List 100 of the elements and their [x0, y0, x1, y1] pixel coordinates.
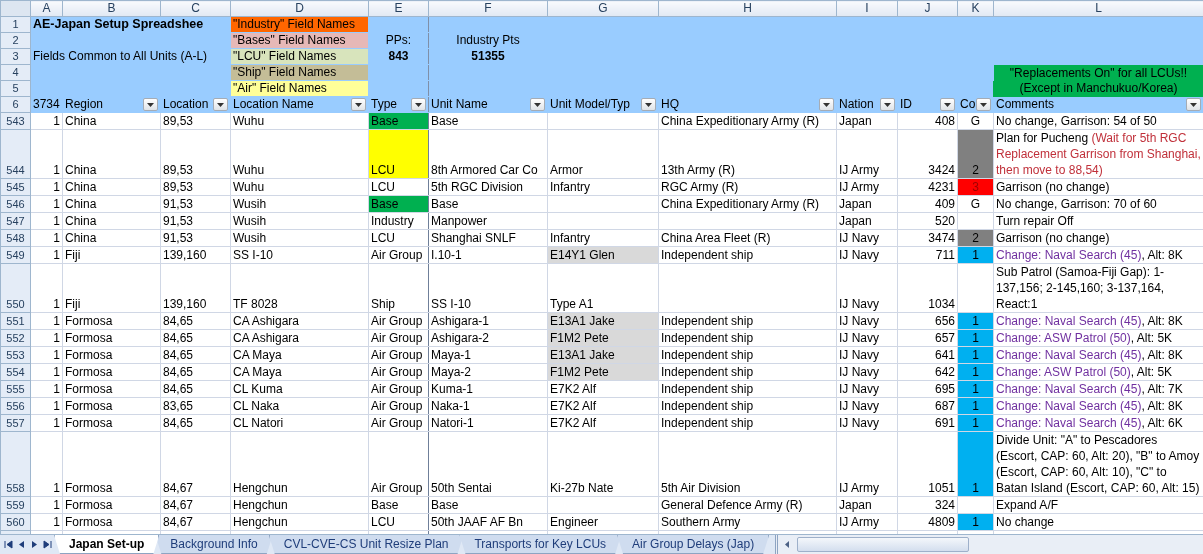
sheet-tab[interactable]: Air Group Delays (Jap): [617, 535, 770, 554]
column-header[interactable]: I: [836, 0, 898, 17]
table-cell: Japan: [836, 195, 898, 213]
table-cell: 89,53: [160, 112, 231, 130]
caret-icon: [415, 102, 422, 107]
column-title: Location: [163, 97, 209, 111]
filter-dropdown-button[interactable]: [530, 98, 545, 111]
filter-dropdown-button[interactable]: [213, 98, 228, 111]
table-cell: Wuhu: [230, 178, 369, 196]
column-header[interactable]: F: [428, 0, 548, 17]
column-title: Type: [371, 97, 397, 111]
table-cell: Wuhu: [230, 129, 369, 179]
table-cell: 2: [957, 129, 994, 179]
table-cell: 4809: [897, 513, 958, 531]
filter-dropdown-button[interactable]: [940, 98, 955, 111]
scroll-left-icon[interactable]: [784, 541, 792, 548]
last-sheet-icon[interactable]: [43, 540, 52, 549]
table-cell: Engineer: [547, 513, 659, 531]
sheet-tab[interactable]: Background Info: [155, 535, 273, 554]
caret-icon: [147, 102, 154, 107]
column-header[interactable]: G: [547, 0, 659, 17]
table-cell: 1: [30, 513, 63, 531]
table-cell: Fiji: [62, 246, 161, 264]
table-cell: 5th RGC Division: [428, 178, 548, 196]
table-cell: Armor: [547, 129, 659, 179]
sheet-tab[interactable]: Japan Set-up: [54, 535, 160, 554]
table-cell: Type A1: [547, 263, 659, 313]
table-cell: E7K2 Alf: [547, 380, 659, 398]
table-cell: China Expeditionary Army (R): [658, 112, 837, 130]
table-cell: China: [62, 212, 161, 230]
table-cell: Industry: [368, 212, 429, 230]
table-cell: 657: [897, 329, 958, 347]
previous-sheet-icon[interactable]: [17, 540, 26, 549]
table-cell: 691: [897, 414, 958, 432]
filter-dropdown-button[interactable]: [641, 98, 656, 111]
table-cell: 1: [30, 263, 63, 313]
table-cell: 139,160: [160, 263, 231, 313]
table-cell: Air Group: [368, 346, 429, 364]
table-cell: China: [62, 178, 161, 196]
filter-dropdown-button[interactable]: [819, 98, 834, 111]
filter-dropdown-button[interactable]: [411, 98, 426, 111]
table-cell: Formosa: [62, 380, 161, 398]
table-cell: G: [957, 195, 994, 213]
table-cell: Formosa: [62, 397, 161, 415]
table-cell: TF 8028: [230, 263, 369, 313]
filter-dropdown-button[interactable]: [143, 98, 158, 111]
column-header[interactable]: J: [897, 0, 958, 17]
table-cell: Independent ship: [658, 414, 837, 432]
table-cell: 1: [30, 496, 63, 514]
table-cell: 91,53: [160, 212, 231, 230]
table-cell: Base: [428, 112, 548, 130]
table-cell: Hengchun: [230, 513, 369, 531]
table-cell: 5th Air Division: [658, 431, 837, 497]
column-title: Region: [65, 97, 104, 111]
table-cell: 409: [897, 195, 958, 213]
sheet-tab[interactable]: CVL-CVE-CS Unit Resize Plan: [268, 535, 464, 554]
scrollbar-thumb[interactable]: [797, 537, 970, 552]
row-number[interactable]: 544: [0, 129, 31, 179]
table-cell: 641: [897, 346, 958, 364]
column-header[interactable]: D: [230, 0, 369, 17]
row-number[interactable]: 550: [0, 263, 31, 313]
column-header[interactable]: H: [658, 0, 837, 17]
column-header[interactable]: K: [957, 0, 994, 17]
table-cell: 84,67: [160, 496, 231, 514]
table-cell: 520: [897, 212, 958, 230]
table-cell: LCU: [368, 513, 429, 531]
table-cell: 1: [30, 431, 63, 497]
filter-dropdown-button[interactable]: [976, 98, 991, 111]
table-cell: 1: [30, 363, 63, 381]
table-cell: Ashigara-1: [428, 312, 548, 330]
column-header[interactable]: B: [62, 0, 161, 17]
column-header[interactable]: C: [160, 0, 231, 17]
next-sheet-icon[interactable]: [30, 540, 39, 549]
caret-icon: [217, 102, 224, 107]
column-header[interactable]: A: [30, 0, 63, 17]
table-cell: Formosa: [62, 496, 161, 514]
table-cell: Air Group: [368, 363, 429, 381]
column-header[interactable]: L: [993, 0, 1203, 17]
column-title: ID: [900, 97, 912, 111]
table-cell: Ki-27b Nate: [547, 431, 659, 497]
horizontal-scrollbar[interactable]: [775, 535, 1203, 554]
table-cell: 1: [30, 329, 63, 347]
table-cell: Independent ship: [658, 397, 837, 415]
table-cell: 656: [897, 312, 958, 330]
table-cell: 91,53: [160, 195, 231, 213]
column-header[interactable]: E: [368, 0, 429, 17]
table-cell: 711: [897, 246, 958, 264]
first-sheet-icon[interactable]: [4, 540, 13, 549]
filter-dropdown-button[interactable]: [351, 98, 366, 111]
row-number[interactable]: 558: [0, 431, 31, 497]
filter-dropdown-button[interactable]: [880, 98, 895, 111]
table-cell: Independent ship: [658, 329, 837, 347]
table-cell: 1: [30, 212, 63, 230]
table-cell: 84,67: [160, 513, 231, 531]
table-cell: Formosa: [62, 431, 161, 497]
table-cell: 1: [30, 129, 63, 179]
filter-dropdown-button[interactable]: [1186, 98, 1201, 111]
caret-icon: [645, 102, 652, 107]
table-cell: Maya-2: [428, 363, 548, 381]
table-cell: 84,65: [160, 346, 231, 364]
